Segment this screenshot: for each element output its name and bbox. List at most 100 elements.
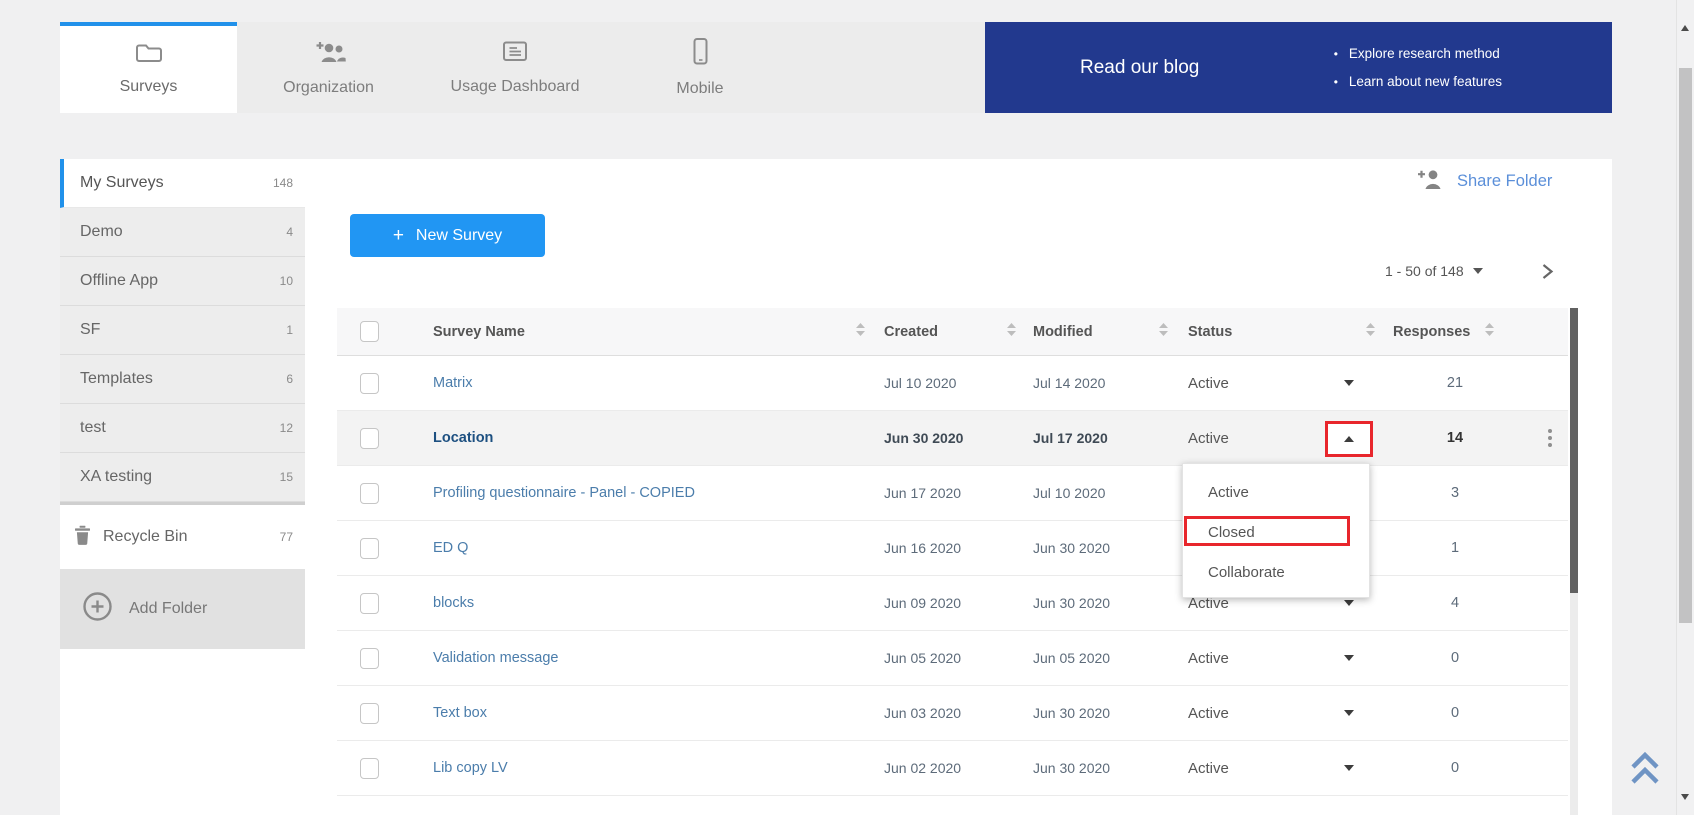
- sidebar: My Surveys 148 Demo 4 Offline App 10 SF …: [60, 159, 305, 649]
- folder-count: 15: [280, 470, 293, 484]
- plus-icon: +: [393, 225, 404, 247]
- sidebar-folder-offline-app[interactable]: Offline App 10: [60, 257, 305, 306]
- sidebar-recycle-bin[interactable]: Recycle Bin 77: [60, 505, 305, 569]
- sidebar-folder-demo[interactable]: Demo 4: [60, 208, 305, 257]
- responses-cell: 0: [1378, 760, 1532, 776]
- sort-icon[interactable]: [1470, 322, 1495, 341]
- survey-name-link[interactable]: Text box: [433, 705, 487, 721]
- tab-surveys[interactable]: Surveys: [60, 22, 237, 113]
- responses-cell: 14: [1378, 430, 1532, 446]
- row-checkbox[interactable]: [360, 648, 379, 669]
- scroll-up-arrow-icon[interactable]: [1681, 8, 1689, 26]
- page-scrollbar-thumb[interactable]: [1679, 68, 1692, 623]
- next-page-button[interactable]: [1541, 263, 1554, 285]
- banner-bullet-list: •Explore research method •Learn about ne…: [1334, 40, 1502, 96]
- status-cell: Active: [1172, 356, 1378, 410]
- table-row: Text box Jun 03 2020 Jun 30 2020 Active …: [337, 686, 1568, 741]
- survey-name-link[interactable]: Validation message: [433, 650, 558, 666]
- annotation-box-caret: [1325, 421, 1373, 457]
- folder-label: Offline App: [80, 272, 158, 290]
- sidebar-folder-templates[interactable]: Templates 6: [60, 355, 305, 404]
- folder-count: 148: [273, 176, 293, 190]
- survey-name-link[interactable]: Lib copy LV: [433, 760, 508, 776]
- status-cell: Active: [1172, 686, 1378, 740]
- survey-name-link[interactable]: ED Q: [433, 540, 468, 556]
- column-header-responses: Responses: [1393, 324, 1470, 340]
- sort-icon[interactable]: [855, 322, 866, 341]
- recycle-bin-count: 77: [280, 530, 293, 544]
- folder-count: 10: [280, 274, 293, 288]
- folder-count: 1: [286, 323, 293, 337]
- new-survey-button[interactable]: + New Survey: [350, 214, 545, 257]
- status-dropdown-caret-icon[interactable]: [1344, 655, 1354, 661]
- sort-icon[interactable]: [1006, 322, 1017, 341]
- banner-bullet: •Learn about new features: [1334, 68, 1502, 96]
- status-dropdown-caret-icon[interactable]: [1344, 765, 1354, 771]
- sidebar-folder-my-surveys[interactable]: My Surveys 148: [60, 159, 305, 208]
- tab-mobile[interactable]: Mobile: [610, 22, 790, 113]
- row-checkbox[interactable]: [360, 373, 379, 394]
- row-checkbox[interactable]: [360, 593, 379, 614]
- banner-bullet: •Explore research method: [1334, 40, 1502, 68]
- tab-label: Mobile: [676, 80, 723, 98]
- modified-cell: Jun 30 2020: [1020, 595, 1172, 611]
- status-cell: Active: [1172, 411, 1378, 465]
- back-to-top-button[interactable]: [1626, 748, 1664, 793]
- sidebar-folder-sf[interactable]: SF 1: [60, 306, 305, 355]
- share-folder-button[interactable]: Share Folder: [1415, 168, 1552, 195]
- tab-usage-dashboard[interactable]: Usage Dashboard: [420, 22, 610, 113]
- row-checkbox[interactable]: [360, 703, 379, 724]
- created-cell: Jun 30 2020: [870, 430, 1020, 446]
- pagination-range-selector[interactable]: 1 - 50 of 148: [1385, 263, 1483, 279]
- status-dropdown-caret-icon[interactable]: [1344, 600, 1354, 606]
- column-header-modified: Modified: [1033, 324, 1093, 340]
- chevron-down-icon: [1473, 268, 1483, 274]
- double-chevron-up-icon: [1626, 748, 1664, 788]
- row-checkbox[interactable]: [360, 428, 379, 449]
- folder-count: 12: [280, 421, 293, 435]
- modified-cell: Jul 10 2020: [1020, 485, 1172, 501]
- add-folder-button[interactable]: Add Folder: [60, 569, 305, 649]
- status-dropdown-caret-icon[interactable]: [1344, 710, 1354, 716]
- status-option-closed[interactable]: Closed: [1183, 513, 1369, 553]
- table-scrollbar: [1570, 308, 1578, 815]
- row-checkbox[interactable]: [360, 758, 379, 779]
- sort-icon[interactable]: [1158, 322, 1169, 341]
- table-body: Matrix Jul 10 2020 Jul 14 2020 Active 21…: [337, 356, 1568, 796]
- status-option-active[interactable]: Active: [1183, 473, 1369, 513]
- status-dropdown-open-caret-icon[interactable]: [1344, 436, 1354, 442]
- created-cell: Jun 09 2020: [870, 595, 1020, 611]
- bullet-dot-icon: •: [1334, 75, 1338, 89]
- tab-organization[interactable]: Organization: [237, 22, 420, 113]
- top-navigation: Surveys Organization Usage Dashboard Mob…: [60, 22, 1612, 113]
- survey-name-link[interactable]: Location: [433, 430, 493, 446]
- row-checkbox[interactable]: [360, 538, 379, 559]
- recycle-bin-label: Recycle Bin: [103, 528, 187, 546]
- status-dropdown-caret-icon[interactable]: [1344, 380, 1354, 386]
- column-header-created: Created: [884, 324, 938, 340]
- sidebar-folder-xa-testing[interactable]: XA testing 15: [60, 453, 305, 502]
- app-window: Surveys Organization Usage Dashboard Mob…: [0, 0, 1694, 815]
- column-header-status: Status: [1188, 324, 1232, 340]
- created-cell: Jul 10 2020: [870, 375, 1020, 391]
- person-plus-icon: [1415, 168, 1443, 195]
- folder-count: 4: [286, 225, 293, 239]
- table-scrollbar-thumb[interactable]: [1570, 308, 1578, 593]
- row-checkbox[interactable]: [360, 483, 379, 504]
- table-row: Profiling questionnaire - Panel - COPIED…: [337, 466, 1568, 521]
- tab-label: Organization: [283, 79, 374, 97]
- blog-banner[interactable]: Read our blog •Explore research method •…: [985, 22, 1612, 113]
- created-cell: Jun 16 2020: [870, 540, 1020, 556]
- survey-name-link[interactable]: Profiling questionnaire - Panel - COPIED: [433, 485, 695, 501]
- row-menu-icon[interactable]: [1548, 429, 1552, 433]
- status-option-collaborate[interactable]: Collaborate: [1183, 553, 1369, 593]
- sort-icon[interactable]: [1365, 322, 1376, 341]
- status-dropdown-menu: Active Closed Collaborate: [1182, 463, 1370, 598]
- survey-name-link[interactable]: Matrix: [433, 375, 472, 391]
- status-value: Active: [1188, 650, 1229, 667]
- scroll-down-arrow-icon[interactable]: [1681, 800, 1689, 815]
- responses-cell: 1: [1378, 540, 1532, 556]
- sidebar-folder-test[interactable]: test 12: [60, 404, 305, 453]
- select-all-checkbox[interactable]: [360, 321, 379, 342]
- survey-name-link[interactable]: blocks: [433, 595, 474, 611]
